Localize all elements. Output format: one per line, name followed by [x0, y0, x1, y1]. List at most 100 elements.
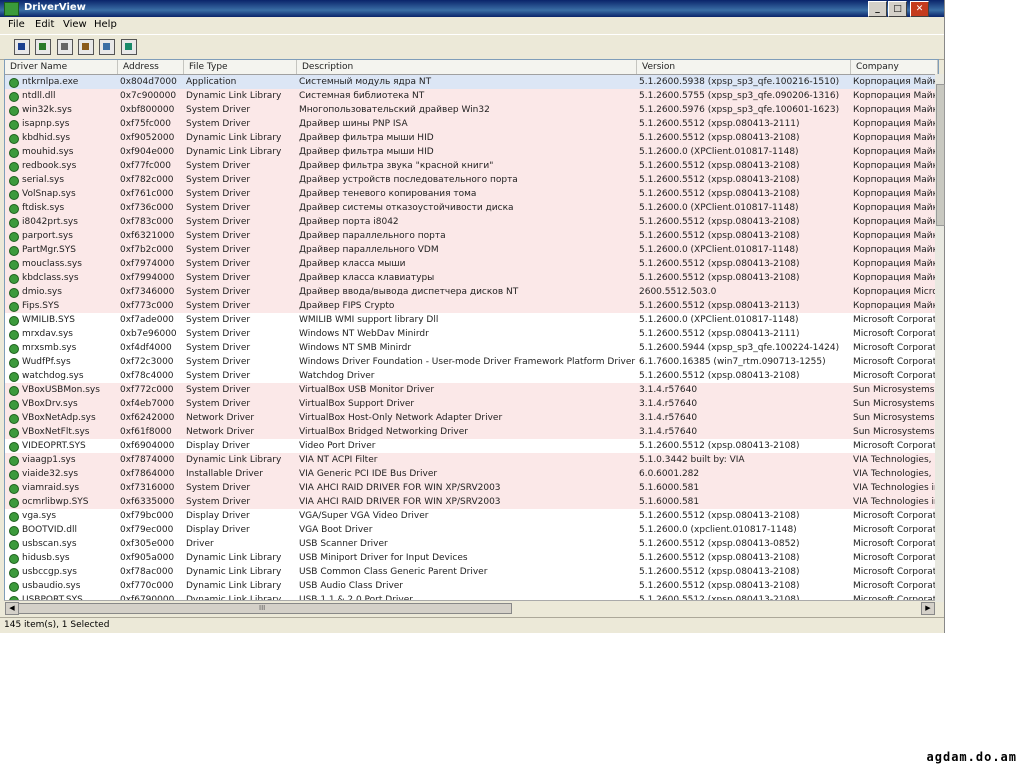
cell-company: Корпорация Micro [853, 287, 938, 297]
cell-file-type: Network Driver [186, 413, 255, 423]
driver-icon [9, 372, 19, 382]
cell-driver-name: Fips.SYS [22, 301, 60, 311]
minimize-button[interactable]: _ [868, 1, 887, 17]
table-row[interactable]: ntdll.dll 0x7c900000 Dynamic Link Library С… [5, 89, 938, 103]
table-row[interactable]: WudfPf.sys 0xf72c3000 System Driver Windows… [5, 355, 938, 369]
cell-driver-name: parport.sys [22, 231, 73, 241]
table-row[interactable]: ocmrlibwp.SYS 0xf6335000 System Driver VIA … [5, 495, 938, 509]
table-row[interactable]: mrxsmb.sys 0xf4df4000 System Driver Windows… [5, 341, 938, 355]
cell-company: Корпорация Майк [853, 133, 938, 143]
table-row[interactable]: kbdhid.sys 0xf9052000 Dynamic Link Library… [5, 131, 938, 145]
cell-address: 0xf61f8000 [120, 427, 172, 437]
cell-company: Microsoft Corporat [853, 511, 937, 521]
table-row[interactable]: watchdog.sys 0xf78c4000 System Driver Watch… [5, 369, 938, 383]
horizontal-scrollbar[interactable]: ◀ III ▶ [4, 600, 935, 615]
save-icon[interactable] [14, 39, 30, 55]
table-row[interactable]: VBoxUSBMon.sys 0xf772c000 System Driver Vir… [5, 383, 938, 397]
cell-company: Корпорация Майк [853, 245, 938, 255]
cell-description: Драйвер FIPS Crypto [299, 301, 395, 311]
scroll-left-icon[interactable]: ◀ [5, 602, 19, 615]
menu-view[interactable]: View [63, 19, 87, 30]
cell-version: 5.1.2600.5512 (xpsp.080413-2108) [639, 581, 800, 591]
driver-icon [9, 582, 19, 592]
html-report-icon[interactable] [35, 39, 51, 55]
menu-file[interactable]: File [8, 19, 25, 30]
table-row[interactable]: dmio.sys 0xf7346000 System Driver Драйвер в… [5, 285, 938, 299]
properties-icon[interactable] [78, 39, 94, 55]
table-row[interactable]: win32k.sys 0xbf800000 System Driver Многопо… [5, 103, 938, 117]
column-header-description[interactable]: Description [297, 60, 637, 74]
table-row[interactable]: parport.sys 0xf6321000 System Driver Драйве… [5, 229, 938, 243]
cell-company: Корпорация Майк [853, 119, 938, 129]
table-row[interactable]: viamraid.sys 0xf7316000 System Driver VIA A… [5, 481, 938, 495]
table-row[interactable]: isapnp.sys 0xf75fc000 System Driver Драйвер… [5, 117, 938, 131]
cell-address: 0xf79bc000 [120, 511, 174, 521]
cell-driver-name: vga.sys [22, 511, 57, 521]
table-row[interactable]: VBoxNetAdp.sys 0xf6242000 Network Driver Vi… [5, 411, 938, 425]
cell-file-type: Dynamic Link Library [186, 133, 282, 143]
table-row[interactable]: serial.sys 0xf782c000 System Driver Драйвер… [5, 173, 938, 187]
table-row[interactable]: WMILIB.SYS 0xf7ade000 System Driver WMILIB … [5, 313, 938, 327]
cell-address: 0xf78ac000 [120, 567, 174, 577]
table-row[interactable]: BOOTVID.dll 0xf79ec000 Display Driver VGA B… [5, 523, 938, 537]
copy-icon[interactable] [57, 39, 73, 55]
cell-description: Драйвер порта i8042 [299, 217, 399, 227]
table-row[interactable]: usbccgp.sys 0xf78ac000 Dynamic Link Librar… [5, 565, 938, 579]
table-row[interactable]: PartMgr.SYS 0xf7b2c000 System Driver Драйве… [5, 243, 938, 257]
table-row[interactable]: usbaudio.sys 0xf770c000 Dynamic Link Libra… [5, 579, 938, 593]
status-bar: 145 item(s), 1 Selected [0, 617, 944, 633]
table-row[interactable]: mouhid.sys 0xf904e000 Dynamic Link Library… [5, 145, 938, 159]
column-header-address[interactable]: Address [118, 60, 184, 74]
cell-version: 3.1.4.r57640 [639, 399, 698, 409]
scroll-right-icon[interactable]: ▶ [921, 602, 935, 615]
table-row[interactable]: VBoxNetFlt.sys 0xf61f8000 Network Driver Vi… [5, 425, 938, 439]
table-row[interactable]: ftdisk.sys 0xf736c000 System Driver Драйвер… [5, 201, 938, 215]
cell-description: Многопользовательский драйвер Win32 [299, 105, 490, 115]
table-row[interactable]: hidusb.sys 0xf905a000 Dynamic Link Library… [5, 551, 938, 565]
cell-address: 0xf773c000 [120, 301, 174, 311]
horizontal-scroll-thumb[interactable]: III [18, 603, 512, 614]
table-row[interactable]: Fips.SYS 0xf773c000 System Driver Драйвер F… [5, 299, 938, 313]
column-header-driver-name[interactable]: Driver Name [5, 60, 118, 74]
cell-version: 5.1.6000.581 [639, 483, 700, 493]
table-row[interactable]: redbook.sys 0xf77fc000 System Driver Драйве… [5, 159, 938, 173]
driver-icon [9, 106, 19, 116]
menu-help[interactable]: Help [94, 19, 117, 30]
cell-file-type: System Driver [186, 287, 251, 297]
menu-bar: File Edit View Help [0, 17, 944, 34]
table-row[interactable]: i8042prt.sys 0xf783c000 System Driver Драйв… [5, 215, 938, 229]
column-header-company[interactable]: Company [851, 60, 938, 74]
vertical-scroll-thumb[interactable] [936, 84, 945, 226]
cell-version: 5.1.2600.5512 (xpsp.080413-2111) [639, 119, 800, 129]
cell-address: 0xf7864000 [120, 469, 175, 479]
column-header-version[interactable]: Version [637, 60, 851, 74]
table-row[interactable]: kbdclass.sys 0xf7994000 System Driver Драйв… [5, 271, 938, 285]
table-row[interactable]: vga.sys 0xf79bc000 Display Driver VGA/Super… [5, 509, 938, 523]
table-row[interactable]: usbscan.sys 0xf305e000 Driver USB Scanner D… [5, 537, 938, 551]
cell-description: VGA/Super VGA Video Driver [299, 511, 429, 521]
cell-driver-name: usbscan.sys [22, 539, 77, 549]
table-row[interactable]: VIDEOPRT.SYS 0xf6904000 Display Driver Vide… [5, 439, 938, 453]
cell-driver-name: mrxsmb.sys [22, 343, 77, 353]
table-row[interactable]: mrxdav.sys 0xb7e96000 System Driver Windows… [5, 327, 938, 341]
table-row[interactable]: ntkrnlpa.exe 0x804d7000 Application Системн… [5, 75, 938, 89]
title-bar[interactable]: DriverView _ □ ✕ [0, 0, 944, 17]
vertical-scrollbar[interactable] [935, 74, 945, 602]
cell-driver-name: usbaudio.sys [22, 581, 81, 591]
cell-description: Драйвер фильтра звука "красной книги" [299, 161, 494, 171]
maximize-button[interactable]: □ [888, 1, 907, 17]
cell-address: 0x7c900000 [120, 91, 177, 101]
menu-edit[interactable]: Edit [35, 19, 54, 30]
cell-driver-name: VBoxUSBMon.sys [22, 385, 100, 395]
table-row[interactable]: VolSnap.sys 0xf761c000 System Driver Драйве… [5, 187, 938, 201]
table-row[interactable]: mouclass.sys 0xf7974000 System Driver Драйв… [5, 257, 938, 271]
table-row[interactable]: viaide32.sys 0xf7864000 Installable Driver… [5, 467, 938, 481]
close-button[interactable]: ✕ [910, 1, 929, 17]
cell-address: 0xf905a000 [120, 553, 175, 563]
column-header-file-type[interactable]: File Type [184, 60, 297, 74]
driver-list[interactable]: Driver Name Address File Type Descriptio… [4, 59, 939, 602]
table-row[interactable]: VBoxDrv.sys 0xf4eb7000 System Driver Virtua… [5, 397, 938, 411]
find-icon[interactable] [99, 39, 115, 55]
table-row[interactable]: viaagp1.sys 0xf7874000 Dynamic Link Librar… [5, 453, 938, 467]
exit-icon[interactable] [121, 39, 137, 55]
